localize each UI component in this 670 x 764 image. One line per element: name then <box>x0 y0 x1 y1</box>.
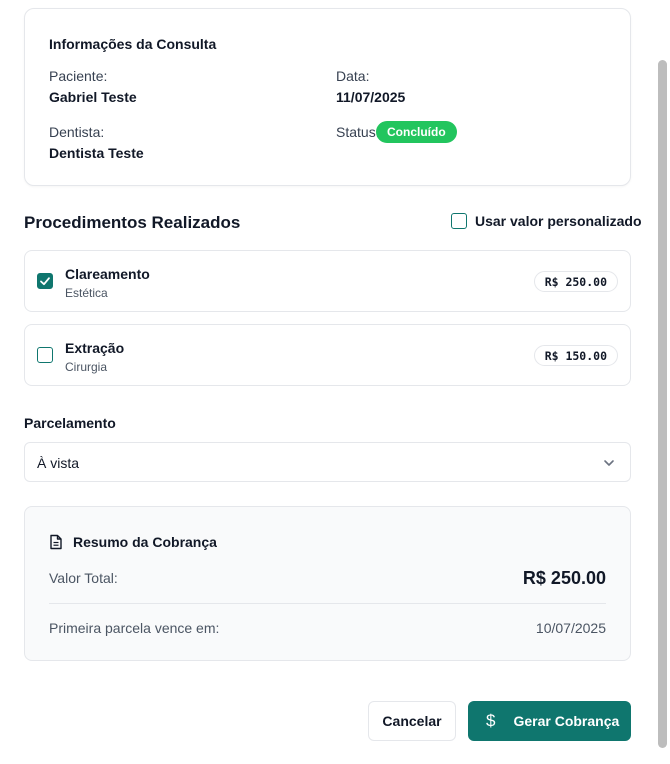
procedure-price: R$ 250.00 <box>533 271 618 292</box>
procedure-category: Cirurgia <box>65 360 108 374</box>
dialog-content: Informações da Consulta Paciente: Gabrie… <box>0 0 656 764</box>
procedure-price: R$ 150.00 <box>533 345 618 366</box>
custom-value-checkbox[interactable] <box>451 213 467 229</box>
procedure-item[interactable]: Extração Cirurgia R$ 150.00 <box>24 324 631 386</box>
summary-title: Resumo da Cobrança <box>73 534 217 550</box>
scrollbar-thumb[interactable] <box>658 60 667 748</box>
dentist-label: Dentista: <box>49 124 105 140</box>
generate-charge-button[interactable]: $ Gerar Cobrança <box>468 701 631 741</box>
cancel-button[interactable]: Cancelar <box>368 701 456 741</box>
total-value: R$ 250.00 <box>522 568 606 588</box>
custom-value-toggle[interactable]: Usar valor personalizado <box>451 213 642 229</box>
procedure-name: Extração <box>65 340 125 356</box>
procedure-checkbox[interactable] <box>37 347 53 363</box>
installments-selected-value: À vista <box>37 455 80 471</box>
patient-value: Gabriel Teste <box>49 89 137 105</box>
status-badge: Concluído <box>376 121 457 143</box>
installments-select[interactable]: À vista <box>24 442 631 482</box>
first-installment-date: 10/07/2025 <box>535 620 606 636</box>
billing-summary-card: Resumo da Cobrança Valor Total: R$ 250.0… <box>24 506 631 661</box>
status-label: Status: <box>336 124 380 140</box>
custom-value-label: Usar valor personalizado <box>475 213 642 229</box>
procedure-checkbox[interactable] <box>37 273 53 289</box>
date-value: 11/07/2025 <box>336 89 406 105</box>
installments-label: Parcelamento <box>24 415 116 431</box>
generate-charge-label: Gerar Cobrança <box>513 713 620 729</box>
procedure-name: Clareamento <box>65 266 150 282</box>
total-label: Valor Total: <box>49 570 118 586</box>
dollar-icon: $ <box>486 711 496 730</box>
summary-divider <box>49 603 606 604</box>
first-installment-label: Primeira parcela vence em: <box>49 620 220 636</box>
date-label: Data: <box>336 68 370 84</box>
procedure-item[interactable]: Clareamento Estética R$ 250.00 <box>24 250 631 312</box>
consultation-info-title: Informações da Consulta <box>49 36 217 52</box>
document-icon <box>49 534 63 555</box>
patient-label: Paciente: <box>49 68 108 84</box>
procedures-title: Procedimentos Realizados <box>24 213 241 232</box>
dentist-value: Dentista Teste <box>49 145 144 161</box>
check-icon <box>40 277 50 286</box>
consultation-info-card: Informações da Consulta Paciente: Gabrie… <box>24 8 631 186</box>
chevron-down-icon <box>602 456 616 475</box>
procedure-category: Estética <box>65 286 108 300</box>
